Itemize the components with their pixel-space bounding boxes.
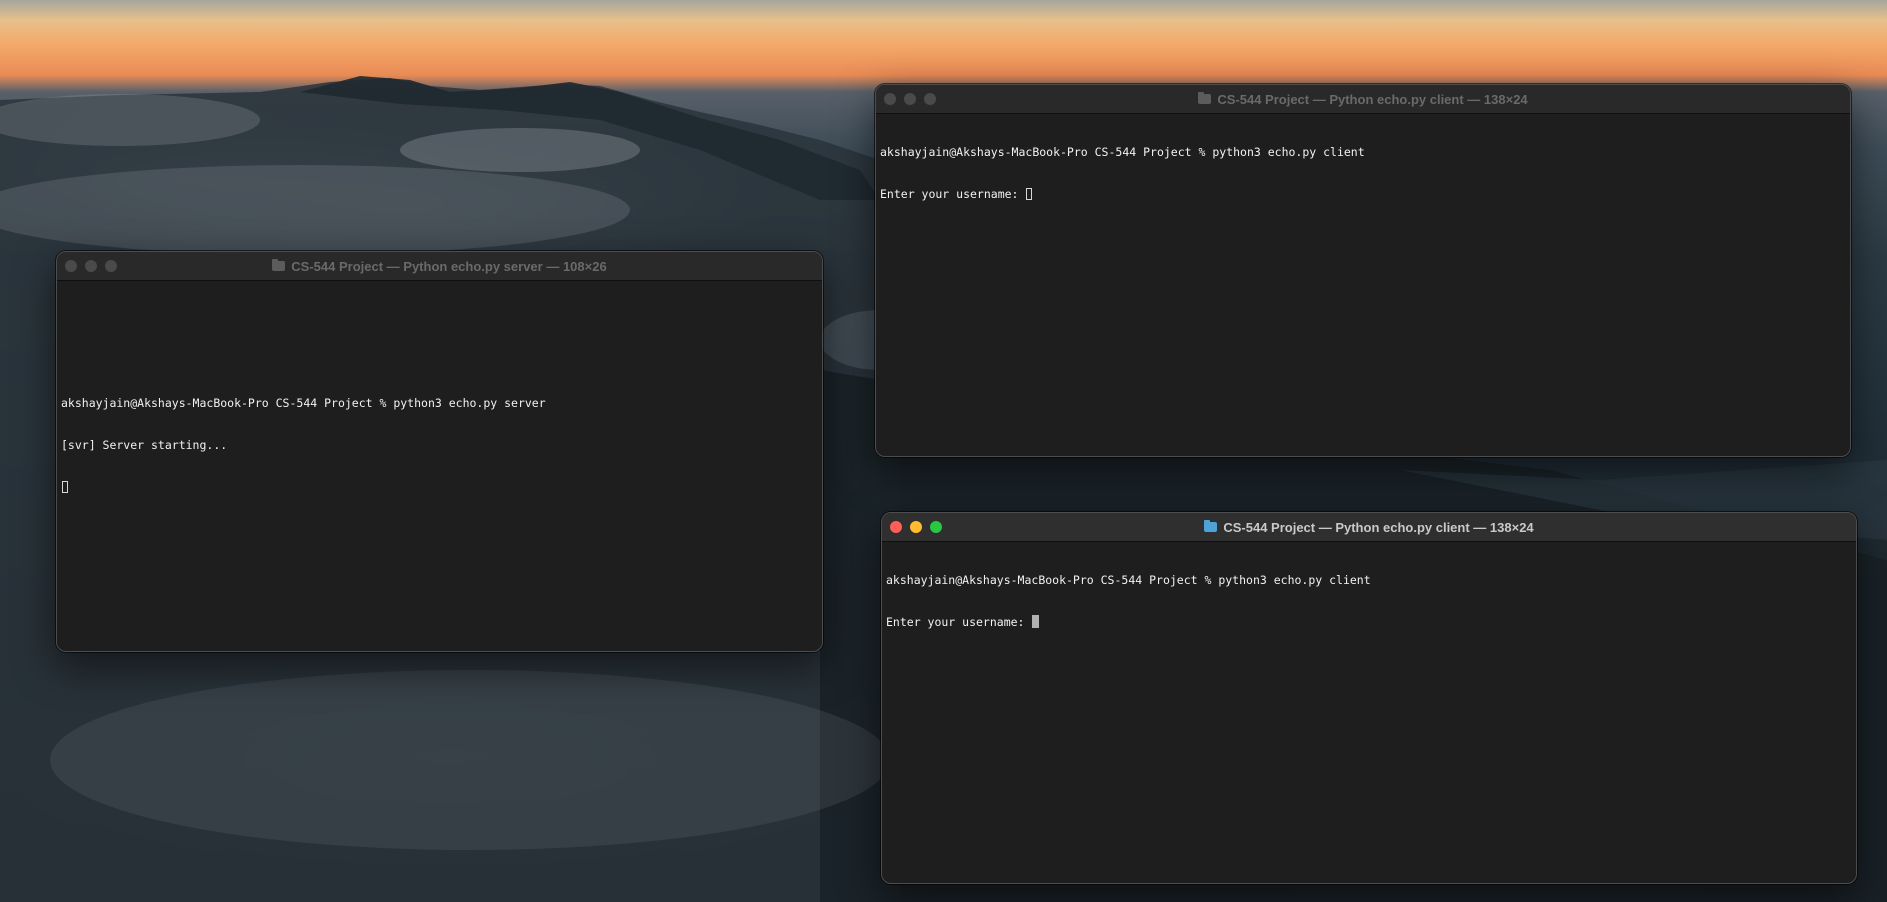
terminal-line: akshayjain@Akshays-MacBook-Pro CS-544 Pr… xyxy=(61,396,546,410)
titlebar-client-top[interactable]: CS-544 Project — Python echo.py client —… xyxy=(876,85,1850,114)
terminal-window-client-bottom[interactable]: CS-544 Project — Python echo.py client —… xyxy=(881,512,1857,884)
maximize-button[interactable] xyxy=(930,521,942,533)
desktop: CS-544 Project — Python echo.py server —… xyxy=(0,0,1887,902)
folder-icon xyxy=(1198,92,1212,104)
close-button[interactable] xyxy=(884,93,896,105)
username-prompt: Enter your username: xyxy=(886,615,1032,629)
minimize-button[interactable] xyxy=(904,93,916,105)
terminal-window-server[interactable]: CS-544 Project — Python echo.py server —… xyxy=(56,251,823,652)
minimize-button[interactable] xyxy=(85,260,97,272)
titlebar-server[interactable]: CS-544 Project — Python echo.py server —… xyxy=(57,252,822,281)
close-button[interactable] xyxy=(65,260,77,272)
terminal-content-server[interactable]: akshayjain@Akshays-MacBook-Pro CS-544 Pr… xyxy=(57,281,822,525)
window-title: CS-544 Project — Python echo.py client —… xyxy=(1223,519,1534,535)
terminal-cursor-line xyxy=(61,480,818,494)
text-cursor xyxy=(62,481,68,493)
maximize-button[interactable] xyxy=(105,260,117,272)
terminal-prompt-line: Enter your username: xyxy=(880,187,1846,201)
folder-icon xyxy=(272,259,286,271)
terminal-prompt-line: Enter your username: xyxy=(886,615,1852,629)
terminal-line: [svr] Server starting... xyxy=(61,438,228,452)
window-title: CS-544 Project — Python echo.py client —… xyxy=(1217,91,1528,107)
maximize-button[interactable] xyxy=(924,93,936,105)
terminal-line: akshayjain@Akshays-MacBook-Pro CS-544 Pr… xyxy=(886,573,1371,587)
folder-icon xyxy=(1204,520,1218,532)
username-prompt: Enter your username: xyxy=(880,187,1026,201)
titlebar-client-bottom[interactable]: CS-544 Project — Python echo.py client —… xyxy=(882,513,1856,542)
terminal-line: akshayjain@Akshays-MacBook-Pro CS-544 Pr… xyxy=(880,145,1365,159)
terminal-content-client-top[interactable]: akshayjain@Akshays-MacBook-Pro CS-544 Pr… xyxy=(876,114,1850,232)
text-cursor xyxy=(1032,615,1040,628)
minimize-button[interactable] xyxy=(910,521,922,533)
window-title: CS-544 Project — Python echo.py server —… xyxy=(291,258,607,274)
close-button[interactable] xyxy=(890,521,902,533)
terminal-content-client-bottom[interactable]: akshayjain@Akshays-MacBook-Pro CS-544 Pr… xyxy=(882,542,1856,660)
terminal-window-client-top[interactable]: CS-544 Project — Python echo.py client —… xyxy=(875,84,1851,457)
text-cursor xyxy=(1026,188,1033,200)
